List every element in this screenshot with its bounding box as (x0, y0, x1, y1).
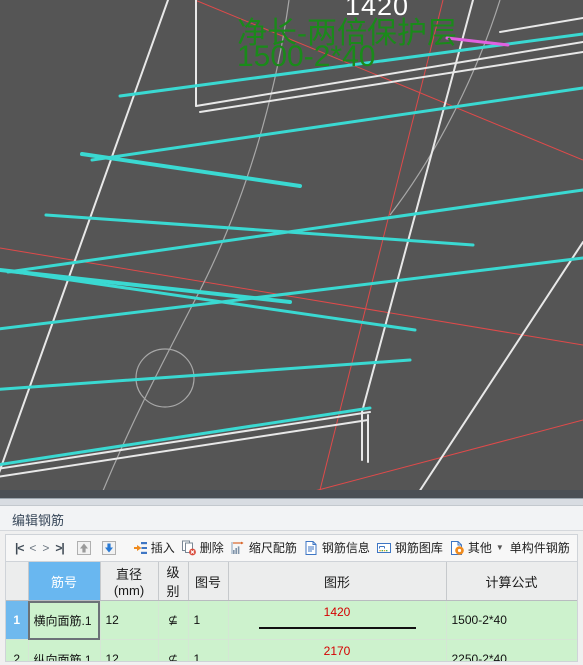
shape-bar-line (258, 627, 416, 629)
table-row[interactable]: 1 横向面筋.1 12 ⊈ 1 1420 1500-2*40 (6, 600, 577, 640)
move-up-icon (76, 540, 92, 556)
row-number[interactable]: 1 (6, 600, 29, 640)
other-menu-label: 其他 (467, 541, 492, 555)
shape-diagram: 2170 (234, 640, 441, 661)
rebar-info-icon (303, 540, 319, 556)
nav-last-button[interactable]: >| (53, 541, 65, 555)
insert-row-label: 插入 (150, 541, 175, 555)
move-down-icon (101, 540, 117, 556)
rebar-library-icon (376, 540, 392, 556)
other-icon (449, 540, 465, 556)
shape-diagram: 1420 (234, 601, 441, 639)
3d-viewport[interactable]: 1420 净长-两倍保护层 1500-2*40 (0, 0, 583, 498)
scale-rebar-label: 缩尺配筋 (248, 541, 297, 555)
cell-figure-no[interactable]: 1 (188, 639, 229, 661)
single-member-rebar-label: 单构件钢筋 (509, 541, 570, 555)
column-header-name[interactable]: 筋号 (28, 562, 101, 601)
column-header-shape[interactable]: 图形 (228, 562, 447, 601)
edit-rebar-panel: 编辑钢筋 |< < > >| 插入 删除 缩尺配筋 钢筋信息 钢筋图库 其他 ▼… (0, 498, 583, 665)
cell-rebar-name[interactable]: 横向面筋.1 (28, 600, 101, 640)
column-header-formula[interactable]: 计算公式 (446, 562, 577, 601)
cell-grade[interactable]: ⊈ (158, 639, 189, 661)
cell-shape[interactable]: 1420 (228, 600, 447, 640)
rebar-table: 筋号 直径(mm) 级别 图号 图形 计算公式 1 横向面筋.1 12 ⊈ 1 (6, 562, 577, 661)
nav-first-button[interactable]: |< (13, 541, 25, 555)
single-member-rebar-button[interactable]: 单构件钢筋 (507, 537, 573, 559)
table-row[interactable]: 2 纵向面筋.1 12 ⊈ 1 2170 2250-2*40 (6, 639, 577, 661)
insert-row-button[interactable]: 插入 (129, 537, 178, 559)
rebar-library-button[interactable]: 钢筋图库 (373, 537, 446, 559)
slab-edges (0, 0, 583, 498)
move-up-button[interactable] (73, 537, 98, 559)
annotation-formula-expression: 1500-2*40 (237, 40, 376, 73)
cell-formula[interactable]: 1500-2*40 (446, 600, 577, 640)
delete-row-label: 删除 (199, 541, 224, 555)
scale-rebar-button[interactable]: 缩尺配筋 (227, 537, 300, 559)
delete-row-icon (181, 540, 197, 556)
rebar-lines-emphasized (0, 152, 302, 304)
cell-rebar-name[interactable]: 纵向面筋.1 (28, 639, 101, 661)
cell-figure-no[interactable]: 1 (188, 600, 229, 640)
nav-prev-button[interactable]: < (27, 541, 38, 555)
column-header-diameter[interactable]: 直径(mm) (100, 562, 159, 601)
row-number[interactable]: 2 (6, 639, 29, 661)
shape-dimension-label: 1420 (323, 605, 351, 619)
cell-grade[interactable]: ⊈ (158, 600, 189, 640)
panel-title: 编辑钢筋 (0, 506, 583, 531)
rebar-info-button[interactable]: 钢筋信息 (300, 537, 373, 559)
insert-row-icon (132, 540, 148, 556)
other-menu-button[interactable]: 其他 ▼ (446, 537, 507, 559)
3d-model-canvas (0, 0, 583, 498)
rebar-grid[interactable]: 筋号 直径(mm) 级别 图号 图形 计算公式 1 横向面筋.1 12 ⊈ 1 (5, 561, 578, 662)
viewport-bottom-shade (0, 490, 583, 498)
panel-top-strip (0, 499, 583, 506)
shape-dimension-label: 2170 (323, 644, 351, 658)
column-header-rownum[interactable] (6, 562, 29, 601)
rebar-info-label: 钢筋信息 (321, 541, 370, 555)
column-header-grade[interactable]: 级别 (158, 562, 189, 601)
table-header-row: 筋号 直径(mm) 级别 图号 图形 计算公式 (6, 562, 577, 601)
cell-formula[interactable]: 2250-2*40 (446, 639, 577, 661)
chevron-down-icon[interactable]: ▼ (496, 540, 504, 556)
nav-next-button[interactable]: > (40, 541, 51, 555)
rebar-toolbar[interactable]: |< < > >| 插入 删除 缩尺配筋 钢筋信息 钢筋图库 其他 ▼ 单构件钢… (5, 534, 578, 561)
cell-diameter[interactable]: 12 (100, 600, 159, 640)
delete-row-button[interactable]: 删除 (178, 537, 227, 559)
column-header-figureno[interactable]: 图号 (188, 562, 229, 601)
rebar-library-label: 钢筋图库 (394, 541, 443, 555)
cell-diameter[interactable]: 12 (100, 639, 159, 661)
scale-rebar-icon (230, 540, 246, 556)
cell-shape[interactable]: 2170 (228, 639, 447, 661)
move-down-button[interactable] (98, 537, 123, 559)
rebar-lines-horizontal (0, 32, 583, 466)
